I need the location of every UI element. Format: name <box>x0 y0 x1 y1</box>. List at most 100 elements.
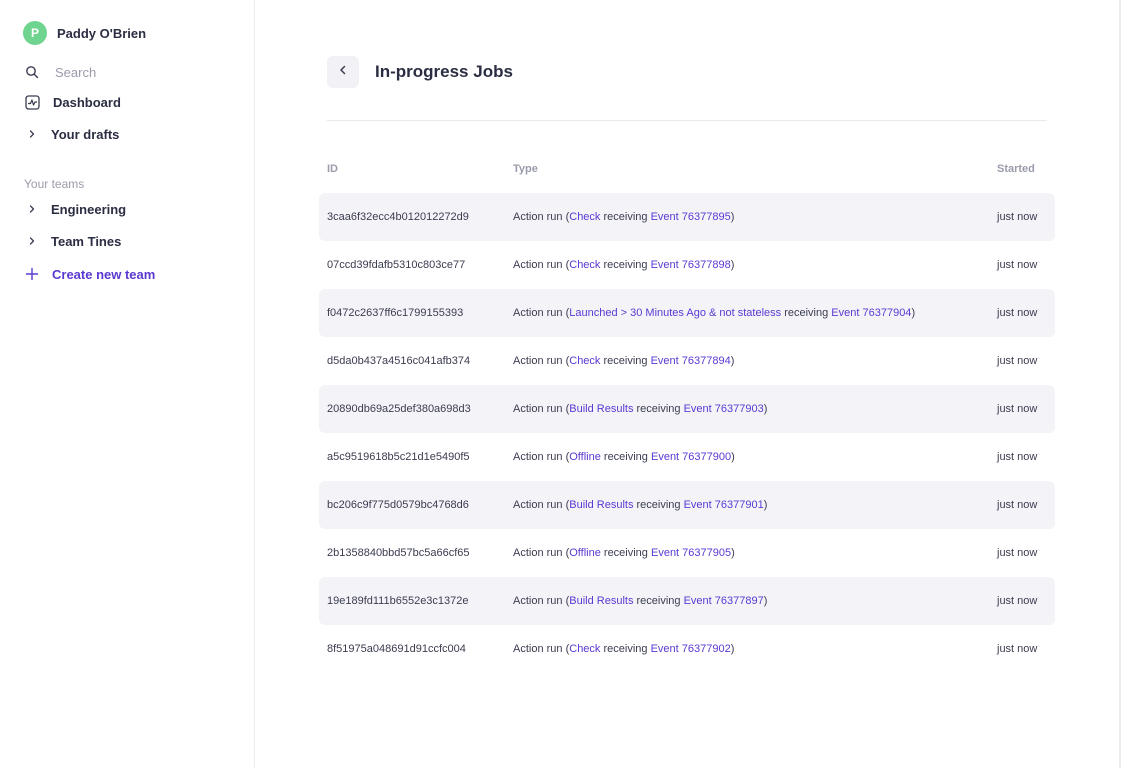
sidebar-item-label: Your drafts <box>51 126 120 142</box>
header-divider <box>327 120 1047 121</box>
chevron-right-icon[interactable] <box>24 233 40 249</box>
job-type-prefix: Action run ( <box>513 499 570 511</box>
action-link[interactable]: Offline <box>569 451 601 463</box>
job-type-suffix: ) <box>730 259 735 271</box>
chevron-right-icon[interactable] <box>24 126 40 142</box>
event-link[interactable]: Event 76377900 <box>651 451 731 463</box>
event-link[interactable]: Event 76377903 <box>684 403 764 415</box>
job-type-suffix: ) <box>763 403 768 415</box>
job-id: f0472c2637ff6c1799155393 <box>327 307 464 319</box>
job-id: 8f51975a048691d91ccfc004 <box>327 643 466 655</box>
job-type-connector: receiving <box>600 547 651 559</box>
event-link[interactable]: Event 76377898 <box>651 259 731 271</box>
sidebar: P Paddy O'Brien Search Dashboard Your dr… <box>0 0 255 768</box>
job-type-prefix: Action run ( <box>513 307 570 319</box>
job-type: Action run (Launched > 30 Minutes Ago & … <box>513 307 915 319</box>
chevron-left-icon <box>337 63 349 81</box>
job-type: Action run (Check receiving Event 763779… <box>513 643 734 655</box>
table-row[interactable]: 8f51975a048691d91ccfc004 Action run (Chec… <box>319 625 1055 673</box>
job-type-suffix: ) <box>731 451 735 463</box>
job-type-prefix: Action run ( <box>513 211 570 223</box>
search-box[interactable]: Search <box>24 62 96 82</box>
sidebar-item-team-tines[interactable]: Team Tines <box>24 231 121 251</box>
sidebar-item-label: Team Tines <box>51 233 122 249</box>
chevron-right-icon[interactable] <box>24 201 40 217</box>
table-row[interactable]: 19e189fd111b6552e3c1372e Action run (Buil… <box>319 577 1055 625</box>
job-type-suffix: ) <box>730 211 735 223</box>
action-link[interactable]: Check <box>569 211 600 223</box>
job-type-prefix: Action run ( <box>513 547 570 559</box>
event-link[interactable]: Event 76377905 <box>651 547 731 559</box>
table-row[interactable]: 07ccd39fdafb5310c803ce77 Action run (Chec… <box>319 241 1055 289</box>
job-id: bc206c9f775d0579bc4768d6 <box>327 499 469 511</box>
user-menu[interactable]: P Paddy O'Brien <box>23 21 146 45</box>
column-header-started[interactable]: Started <box>997 163 1035 175</box>
column-header-type[interactable]: Type <box>513 163 538 175</box>
table-row[interactable]: bc206c9f775d0579bc4768d6 Action run (Buil… <box>319 481 1055 529</box>
job-type-suffix: ) <box>911 307 916 319</box>
column-header-id[interactable]: ID <box>327 163 338 175</box>
action-link[interactable]: Launched > 30 Minutes Ago & not stateles… <box>569 307 781 319</box>
event-link[interactable]: Event 76377894 <box>651 355 731 367</box>
job-id: 19e189fd111b6552e3c1372e <box>327 595 469 607</box>
jobs-table: 3caa6f32ecc4b012012272d9 Action run (Chec… <box>319 193 1055 673</box>
create-team-button[interactable]: Create new team <box>24 264 155 284</box>
job-type-suffix: ) <box>763 499 768 511</box>
job-type-prefix: Action run ( <box>513 355 570 367</box>
sidebar-item-engineering[interactable]: Engineering <box>24 199 126 219</box>
action-link[interactable]: Build Results <box>569 499 633 511</box>
create-team-label: Create new team <box>52 266 156 282</box>
job-started: just now <box>997 499 1038 511</box>
job-type-connector: receiving <box>600 259 651 271</box>
job-type-suffix: ) <box>731 547 735 559</box>
action-link[interactable]: Check <box>569 355 600 367</box>
search-input[interactable]: Search <box>55 65 96 80</box>
job-id: a5c9519618b5c21d1e5490f5 <box>327 451 470 463</box>
table-row[interactable]: 2b1358840bbd57bc5a66cf65 Action run (Offl… <box>319 529 1055 577</box>
action-link[interactable]: Check <box>569 643 600 655</box>
job-started: just now <box>997 211 1038 223</box>
job-type-suffix: ) <box>730 643 735 655</box>
job-started: just now <box>997 595 1038 607</box>
job-type-connector: receiving <box>600 211 651 223</box>
job-type-connector: receiving <box>633 403 684 415</box>
table-row[interactable]: a5c9519618b5c21d1e5490f5 Action run (Offl… <box>319 433 1055 481</box>
event-link[interactable]: Event 76377902 <box>651 643 731 655</box>
job-id: d5da0b437a4516c041afb374 <box>327 355 471 367</box>
action-link[interactable]: Build Results <box>569 403 633 415</box>
job-id: 3caa6f32ecc4b012012272d9 <box>327 211 469 223</box>
job-type: Action run (Build Results receiving Even… <box>513 499 767 511</box>
table-row[interactable]: d5da0b437a4516c041afb374 Action run (Chec… <box>319 337 1055 385</box>
job-type-prefix: Action run ( <box>513 595 570 607</box>
job-type-prefix: Action run ( <box>513 451 570 463</box>
action-link[interactable]: Offline <box>569 547 601 559</box>
job-id: 2b1358840bbd57bc5a66cf65 <box>327 547 470 559</box>
job-type: Action run (Build Results receiving Even… <box>513 595 767 607</box>
event-link[interactable]: Event 76377904 <box>831 307 911 319</box>
sidebar-item-dashboard[interactable]: Dashboard <box>24 92 121 112</box>
job-type-connector: receiving <box>600 451 651 463</box>
dashboard-icon <box>24 94 40 110</box>
back-button[interactable] <box>327 56 359 88</box>
job-type-connector: receiving <box>781 307 832 319</box>
table-row[interactable]: f0472c2637ff6c1799155393 Action run (Laun… <box>319 289 1055 337</box>
job-type: Action run (Check receiving Event 763778… <box>513 355 734 367</box>
job-type-prefix: Action run ( <box>513 259 570 271</box>
job-type: Action run (Offline receiving Event 7637… <box>513 451 735 463</box>
job-type-suffix: ) <box>730 355 735 367</box>
job-type-connector: receiving <box>600 643 651 655</box>
job-type: Action run (Offline receiving Event 7637… <box>513 547 735 559</box>
event-link[interactable]: Event 76377901 <box>684 499 764 511</box>
job-type: Action run (Check receiving Event 763778… <box>513 259 734 271</box>
table-row[interactable]: 20890db69a25def380a698d3 Action run (Buil… <box>319 385 1055 433</box>
table-row[interactable]: 3caa6f32ecc4b012012272d9 Action run (Chec… <box>319 193 1055 241</box>
sidebar-item-drafts[interactable]: Your drafts <box>24 124 119 144</box>
job-started: just now <box>997 259 1038 271</box>
job-type-prefix: Action run ( <box>513 643 570 655</box>
action-link[interactable]: Build Results <box>569 595 633 607</box>
action-link[interactable]: Check <box>569 259 600 271</box>
event-link[interactable]: Event 76377895 <box>651 211 731 223</box>
sidebar-item-label: Engineering <box>51 201 127 217</box>
event-link[interactable]: Event 76377897 <box>684 595 764 607</box>
job-started: just now <box>997 307 1038 319</box>
